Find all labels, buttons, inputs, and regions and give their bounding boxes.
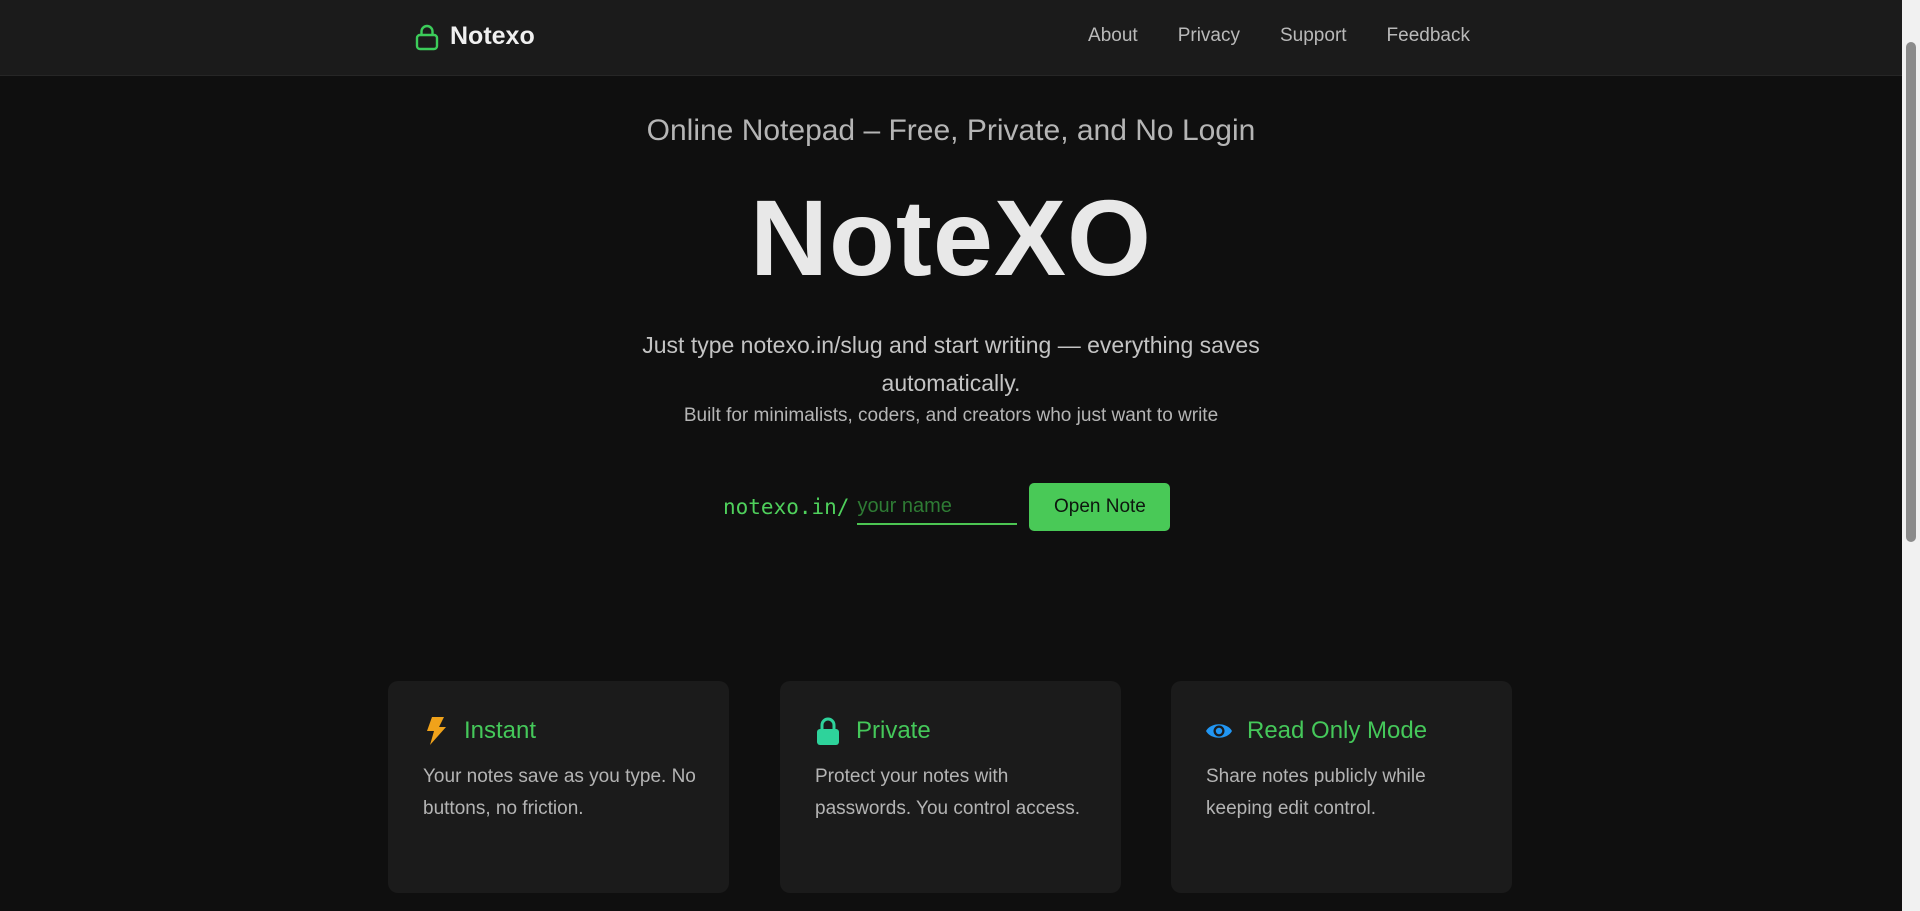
slug-input[interactable] [857,489,1018,525]
feature-text: Share notes publicly while keeping edit … [1206,766,1426,819]
brand-name: Notexo [450,22,535,50]
feature-title: Private [856,717,931,744]
feature-title: Read Only Mode [1247,717,1428,744]
feature-card-private: Private Protect your notes with password… [780,681,1121,893]
nav-support[interactable]: Support [1280,25,1347,47]
nav-privacy[interactable]: Privacy [1178,25,1240,47]
feature-text: Protect your notes with passwords. You c… [815,766,1081,819]
feature-card-head: Read Only Mode [1205,716,1427,746]
scrollbar-thumb[interactable] [1906,42,1916,542]
nav-feedback[interactable]: Feedback [1387,25,1470,47]
hero-sublead: Built for minimalists, coders, and creat… [683,405,1219,426]
feature-text: Your notes save as you type. No buttons,… [423,766,696,819]
page-scrollbar[interactable] [1902,0,1920,911]
feature-card-head: Private [814,716,931,746]
hero-tagline: Online Notepad – Free, Private, and No L… [646,114,1256,147]
bolt-icon [427,717,446,745]
feature-title: Instant [464,717,537,744]
eye-icon [1206,724,1232,738]
main-nav: About Privacy Support Feedback [1088,25,1470,47]
lock-icon [415,24,439,50]
open-note-form: notexo.in/ Open Note [723,483,1171,531]
hero-lead: Just type notexo.in/slug and start writi… [642,332,1260,396]
top-navbar: Notexo About Privacy Support Feedback [0,0,1902,76]
feature-card-read-only: Read Only Mode Share notes publicly whil… [1171,681,1512,893]
nav-about[interactable]: About [1088,25,1138,47]
hero-logo: NoteXO [749,177,1153,298]
lock-icon [817,717,839,745]
open-note-button[interactable]: Open Note [1029,483,1171,531]
url-prefix: notexo.in/ [723,495,850,519]
feature-card-instant: Instant Your notes save as you type. No … [388,681,729,893]
feature-card-head: Instant [422,716,536,746]
brand-link[interactable]: Notexo [414,22,535,51]
